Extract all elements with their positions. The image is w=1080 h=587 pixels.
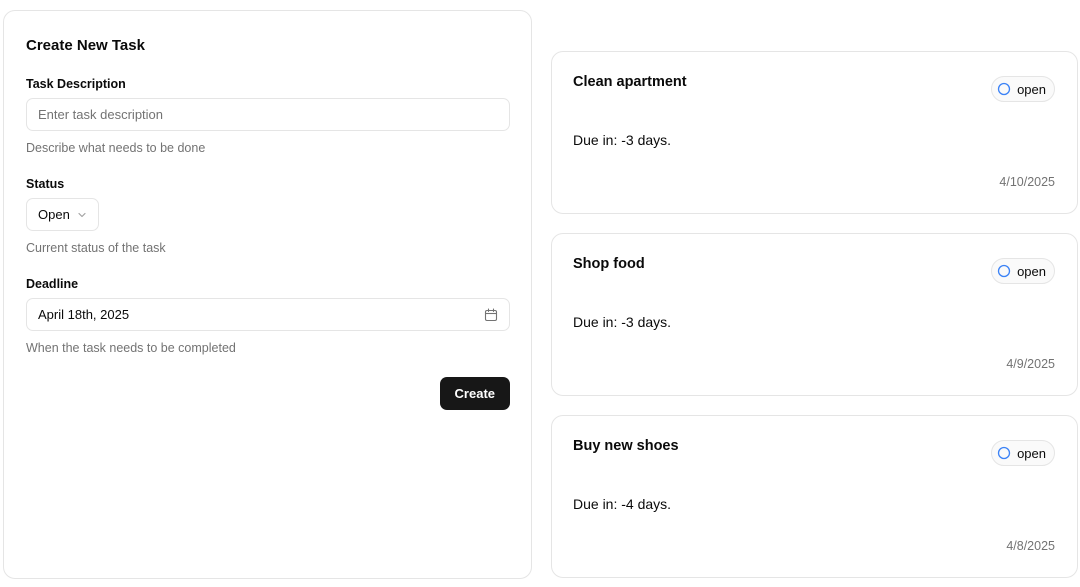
deadline-field: Deadline April 18th, 2025 When the task … (26, 277, 510, 355)
circle-icon (997, 82, 1011, 96)
status-badge-label: open (1017, 81, 1046, 97)
status-helper: Current status of the task (26, 241, 166, 255)
status-badge[interactable]: open (991, 440, 1055, 466)
task-due: Due in: -3 days. (573, 314, 672, 330)
deadline-date-picker[interactable]: April 18th, 2025 (26, 298, 510, 331)
task-date: 4/8/2025 (1006, 539, 1055, 553)
create-button[interactable]: Create (439, 377, 510, 410)
status-badge-label: open (1017, 263, 1046, 279)
task-due: Due in: -4 days. (573, 496, 672, 512)
status-label: Status (26, 177, 65, 191)
form-title: Create New Task (26, 37, 145, 54)
status-select[interactable]: Open (26, 198, 99, 231)
status-badge-label: open (1017, 445, 1046, 461)
task-title: Clean apartment (573, 74, 687, 90)
description-helper: Describe what needs to be done (26, 141, 206, 155)
create-task-form: Create New Task Task Description Describ… (3, 10, 532, 579)
circle-icon (997, 446, 1011, 460)
task-title: Buy new shoes (573, 438, 679, 454)
task-due: Due in: -3 days. (573, 132, 672, 148)
deadline-value: April 18th, 2025 (38, 307, 130, 322)
deadline-helper: When the task needs to be completed (26, 341, 236, 355)
task-date: 4/10/2025 (999, 175, 1055, 189)
task-description-input[interactable] (26, 98, 510, 131)
circle-icon (997, 264, 1011, 278)
form-actions: Create (26, 377, 510, 410)
task-card: Clean apartment open Due in: -3 days. 4/… (551, 51, 1078, 214)
status-field: Status Open Current status of the task (26, 177, 509, 255)
description-label: Task Description (26, 77, 126, 91)
task-card: Shop food open Due in: -3 days. 4/9/2025 (551, 233, 1078, 396)
status-select-value: Open (38, 207, 70, 222)
calendar-icon (484, 307, 498, 322)
deadline-label: Deadline (26, 277, 79, 291)
chevron-down-icon (77, 210, 87, 220)
task-date: 4/9/2025 (1006, 357, 1055, 371)
description-field: Task Description Describe what needs to … (26, 77, 510, 155)
status-badge[interactable]: open (991, 258, 1055, 284)
task-title: Shop food (573, 256, 645, 272)
status-badge[interactable]: open (991, 76, 1055, 102)
task-card: Buy new shoes open Due in: -4 days. 4/8/… (551, 415, 1078, 578)
